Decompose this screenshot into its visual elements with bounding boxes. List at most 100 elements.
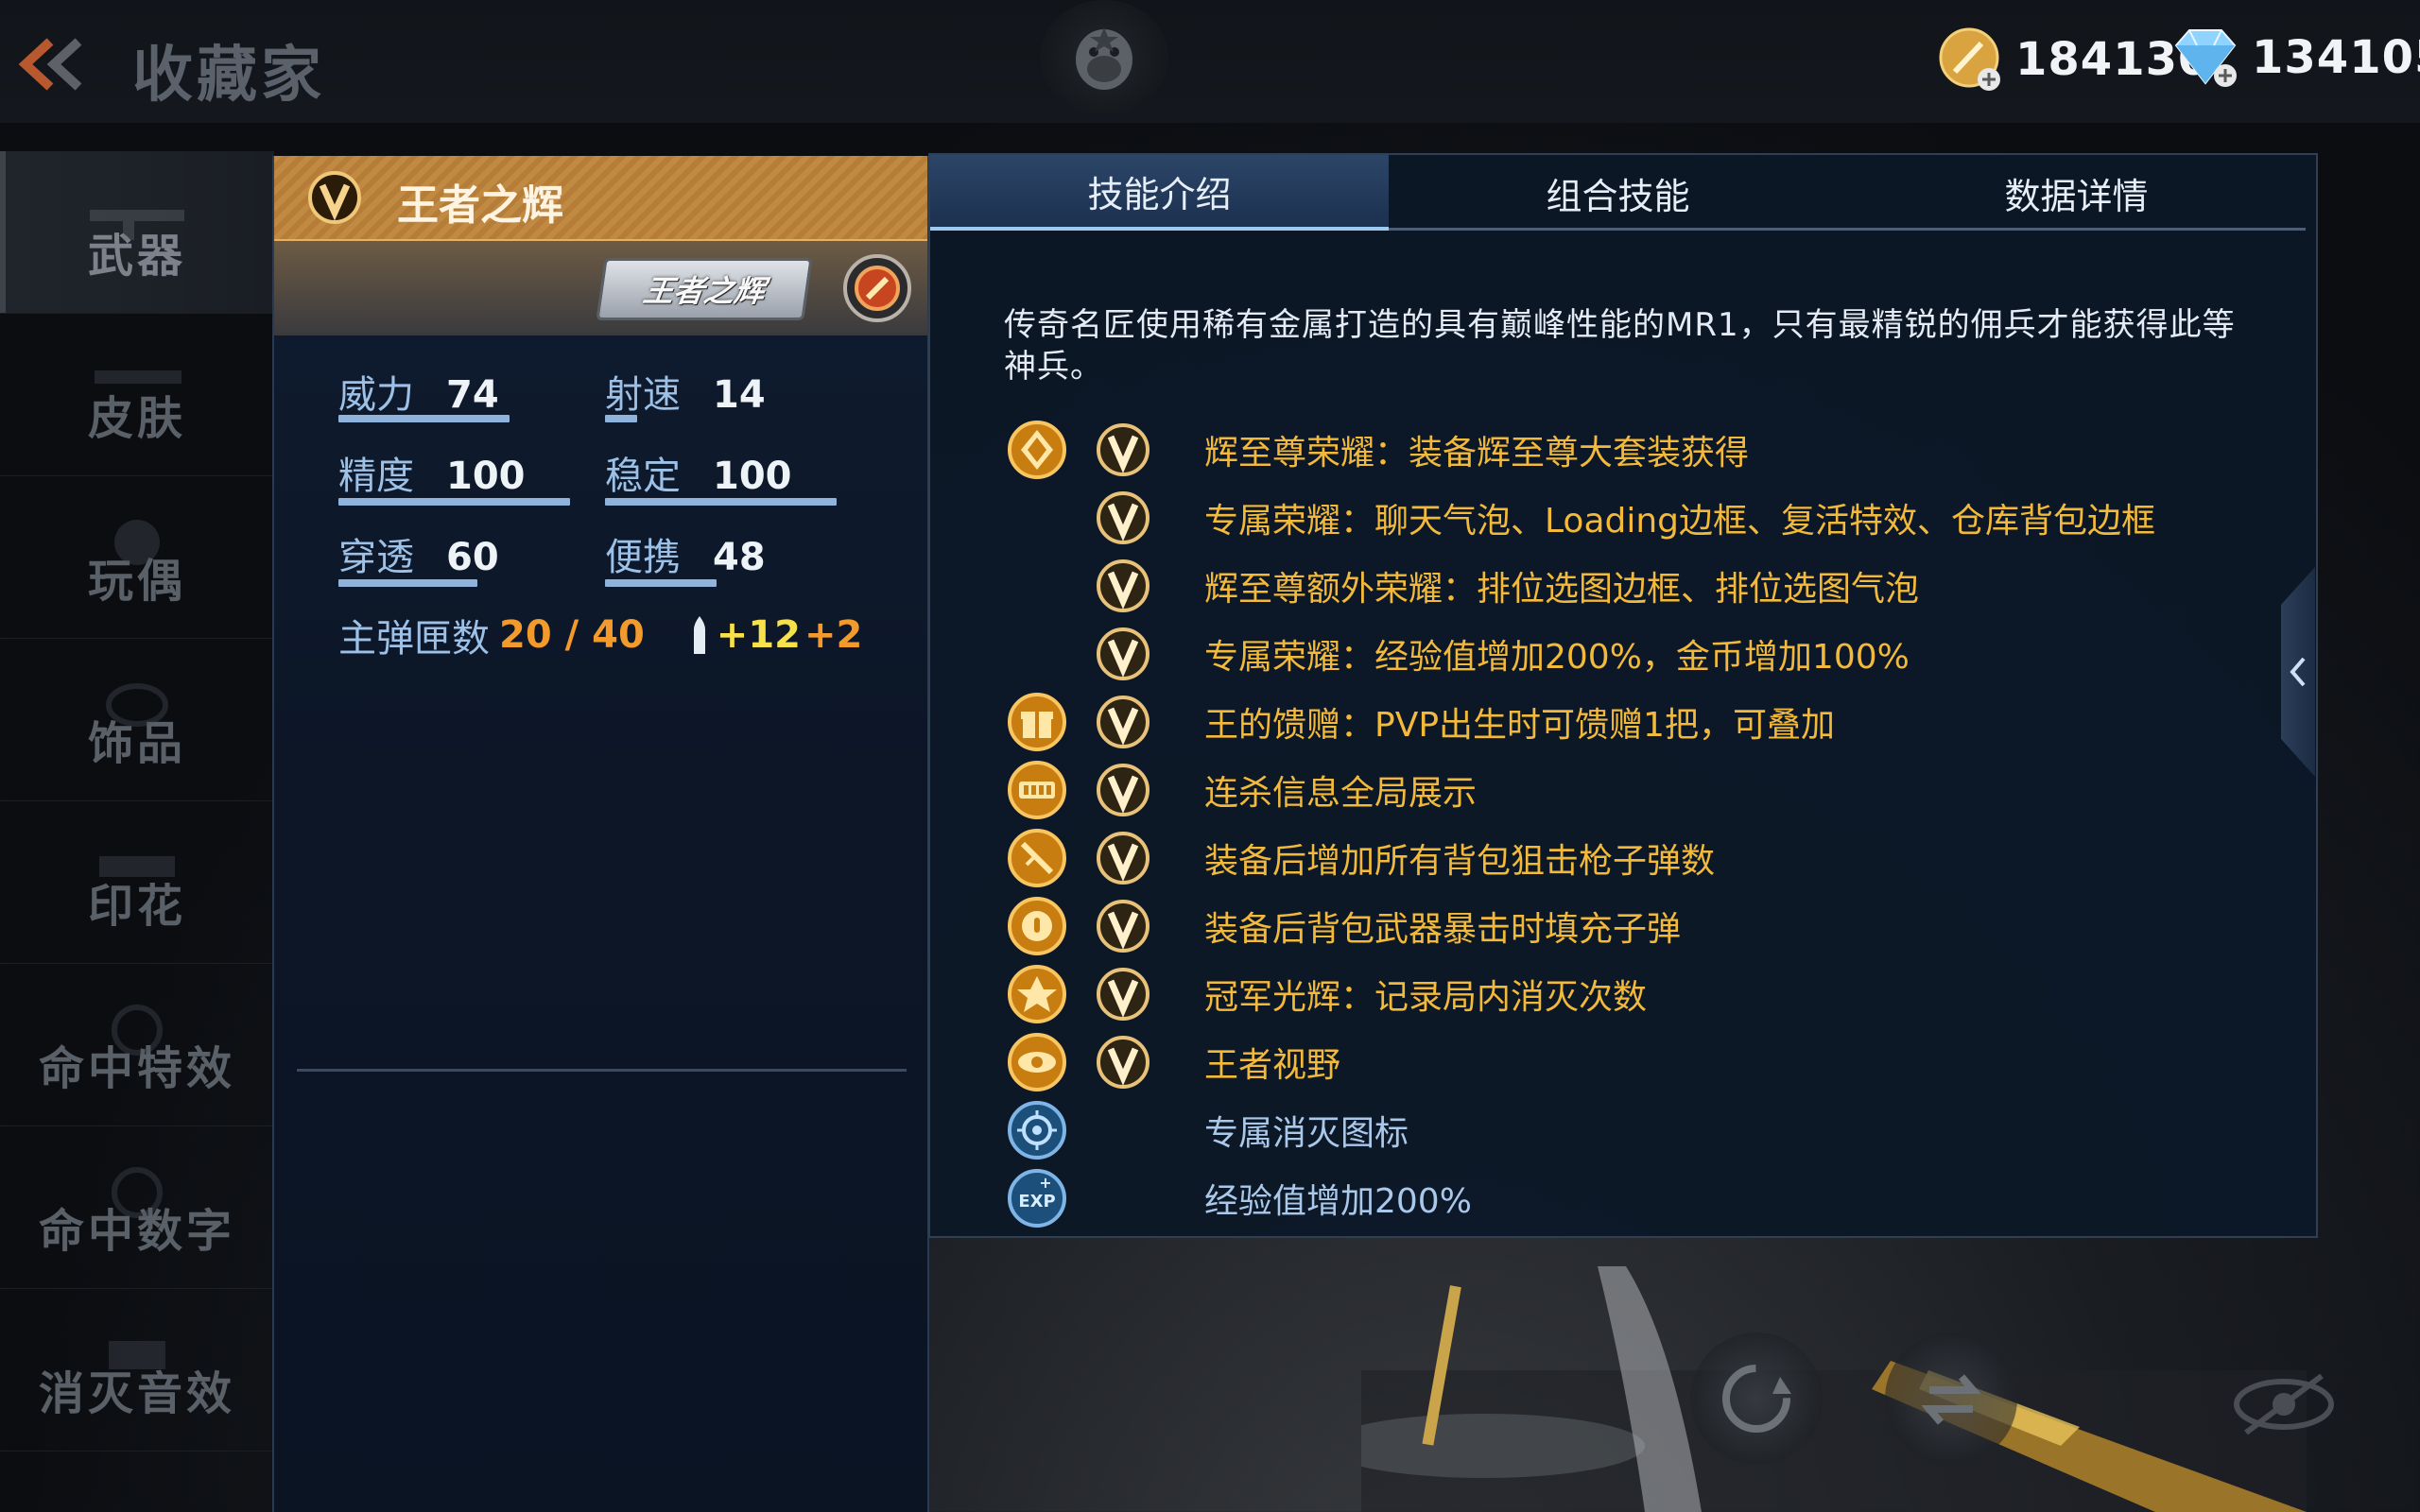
- switch-view-button[interactable]: [1885, 1332, 2017, 1465]
- top-bar: 收藏家 184130 134105: [0, 0, 2420, 123]
- back-button[interactable]: [13, 34, 89, 94]
- weapon-subheader: 王者之辉: [274, 241, 927, 335]
- rifle-icon: [90, 210, 184, 240]
- champion-glow-icon: [1008, 965, 1066, 1023]
- tab-skill-intro[interactable]: 技能介绍: [930, 155, 1389, 231]
- weapon-name-plate: 王者之辉: [596, 258, 813, 320]
- skill-row: 专属荣耀：经验值增加200%，金币增加100%: [1006, 620, 1910, 688]
- stat-value: 100: [446, 455, 526, 498]
- print-icon: [99, 856, 175, 877]
- stat-value: 60: [446, 536, 499, 579]
- gift-icon: [1008, 693, 1066, 751]
- stat-label: 威力: [338, 373, 414, 417]
- skill-text: 辉至尊荣耀：装备辉至尊大套装获得: [1204, 434, 1750, 472]
- weapon-preview-image: [1361, 1266, 2307, 1512]
- v-badge-icon: [1097, 900, 1150, 953]
- stat-bar-power: [338, 415, 510, 422]
- nav-item-skin[interactable]: 皮肤: [0, 314, 274, 476]
- rank-ring-icon[interactable]: [841, 252, 913, 324]
- stat-penetration: 穿透 60: [338, 526, 499, 581]
- nav-item-accessory[interactable]: 饰品: [0, 639, 274, 801]
- skill-row: 装备后背包武器暴击时填充子弹: [1006, 892, 1681, 960]
- skill-row: 王的馈赠：PVP出生时可馈赠1把，可叠加: [1006, 688, 1835, 756]
- nav-item-print[interactable]: 印花: [0, 801, 274, 964]
- skill-text: 装备后背包武器暴击时填充子弹: [1204, 910, 1682, 949]
- ammo-value: 20 / 40: [499, 613, 645, 657]
- skill-text: 经验值增加200%: [1204, 1182, 1472, 1221]
- weapon-name: 王者之辉: [397, 181, 563, 230]
- skill-row: 辉至尊荣耀：装备辉至尊大套装获得: [1006, 416, 1749, 484]
- skill-row: 辉至尊额外荣耀：排位选图边框、排位选图气泡: [1006, 552, 1919, 620]
- nav-item-hit-effect[interactable]: 命中特效: [0, 964, 274, 1126]
- skill-text: 专属荣耀：聊天气泡、Loading边框、复活特效、仓库背包边框: [1204, 502, 2156, 541]
- doll-icon: [114, 520, 160, 565]
- skill-row: 王者视野: [1006, 1028, 1340, 1096]
- kill-mark-icon: [1008, 1101, 1066, 1160]
- stat-value: 14: [713, 373, 766, 417]
- skill-row: 装备后增加所有背包狙击枪子弹数: [1006, 824, 1715, 892]
- bullet-icon: [693, 616, 705, 654]
- sniper-ammo-icon: [1008, 829, 1066, 887]
- empty-icon-slot: [1006, 623, 1068, 685]
- category-nav: 武器 皮肤 玩偶 饰品 印花 命中特效 命中数字 消灭音效: [0, 151, 274, 1512]
- double-chevron-left-icon: [18, 38, 82, 91]
- eye-icon: [1008, 1033, 1066, 1091]
- gold-currency[interactable]: 184130: [1938, 26, 2210, 93]
- diamond-add-icon: [2174, 29, 2237, 87]
- stat-stability: 稳定 100: [605, 445, 792, 500]
- v-badge-icon: [1097, 559, 1150, 612]
- v-badge-icon: [1097, 764, 1150, 816]
- skin-icon: [95, 370, 182, 384]
- kill-sound-icon: [109, 1341, 165, 1369]
- chevron-left-icon: [2290, 657, 2306, 687]
- weapon-info-panel: 王者之辉 王者之辉 威力 74 射速 14 精度 100 稳定 100 穿透 60: [272, 156, 929, 1512]
- diamond-currency[interactable]: 134105: [2172, 26, 2420, 89]
- v-badge-icon: [308, 171, 361, 224]
- v-badge-icon: [1097, 627, 1150, 680]
- stat-fire-rate: 射速 14: [605, 364, 766, 419]
- v-badge-icon: [1097, 696, 1150, 748]
- stat-bar-stability: [605, 498, 837, 506]
- stat-label: 射速: [605, 373, 681, 417]
- nav-item-kill-sound[interactable]: 消灭音效: [0, 1289, 274, 1452]
- skill-text: 装备后增加所有背包狙击枪子弹数: [1204, 842, 1716, 881]
- diamond-pattern-icon: [1008, 421, 1066, 479]
- rotate-view-button[interactable]: [1690, 1332, 1823, 1465]
- tab-combo-skill[interactable]: 组合技能: [1389, 155, 1847, 231]
- tab-bar: 技能介绍 组合技能 数据详情: [930, 155, 2306, 231]
- nav-item-doll[interactable]: 玩偶: [0, 476, 274, 639]
- nav-item-weapon[interactable]: 武器: [0, 151, 274, 314]
- rotate-icon: [1722, 1365, 1791, 1433]
- skill-description: 传奇名匠使用稀有金属打造的具有巅峰性能的MR1，只有最精锐的佣兵才能获得此等神兵…: [1004, 306, 2236, 386]
- nav-item-hit-number[interactable]: 命中数字: [0, 1126, 274, 1289]
- v-badge-icon: [1097, 832, 1150, 885]
- tab-data-details[interactable]: 数据详情: [1847, 155, 2306, 231]
- ammo-label: 主弹匣数: [338, 617, 490, 661]
- empty-icon-slot: [1006, 555, 1068, 617]
- skill-row: 连杀信息全局展示: [1006, 756, 1477, 824]
- skill-text: 辉至尊额外荣耀：排位选图边框、排位选图气泡: [1204, 570, 1920, 609]
- accessory-icon: [106, 683, 168, 727]
- hit-effect-icon: [112, 1005, 163, 1056]
- skill-text: 连杀信息全局展示: [1204, 774, 1478, 813]
- ammo-bonus-primary: +12: [716, 613, 801, 657]
- svg-text:+: +: [1039, 1174, 1051, 1192]
- skill-panel: 技能介绍 组合技能 数据详情 传奇名匠使用稀有金属打造的具有巅峰性能的MR1，只…: [928, 153, 2318, 1238]
- skill-text: 专属荣耀：经验值增加200%，金币增加100%: [1204, 638, 1910, 677]
- v-badge-icon: [1097, 423, 1150, 476]
- skill-row: EXP + 经验值增加200%: [1006, 1164, 1472, 1232]
- skill-text: 专属消灭图标: [1204, 1114, 1409, 1153]
- v-badge-icon: [1097, 1036, 1150, 1089]
- gorilla-emblem-icon: [1040, 0, 1168, 113]
- page-title: 收藏家: [132, 41, 325, 111]
- eye-view-icon[interactable]: [2227, 1366, 2341, 1442]
- hit-number-icon: [112, 1167, 163, 1218]
- v-badge-icon: [1097, 491, 1150, 544]
- swap-arrows-icon: [1921, 1374, 1981, 1425]
- ammo-row: 主弹匣数 20 / 40 +12 +2: [338, 608, 862, 662]
- stat-label: 稳定: [605, 455, 681, 498]
- skill-text: 冠军光辉：记录局内消灭次数: [1204, 978, 1648, 1017]
- stat-label: 精度: [338, 455, 414, 498]
- kill-banner-icon: [1008, 761, 1066, 819]
- stat-value: 74: [446, 373, 499, 417]
